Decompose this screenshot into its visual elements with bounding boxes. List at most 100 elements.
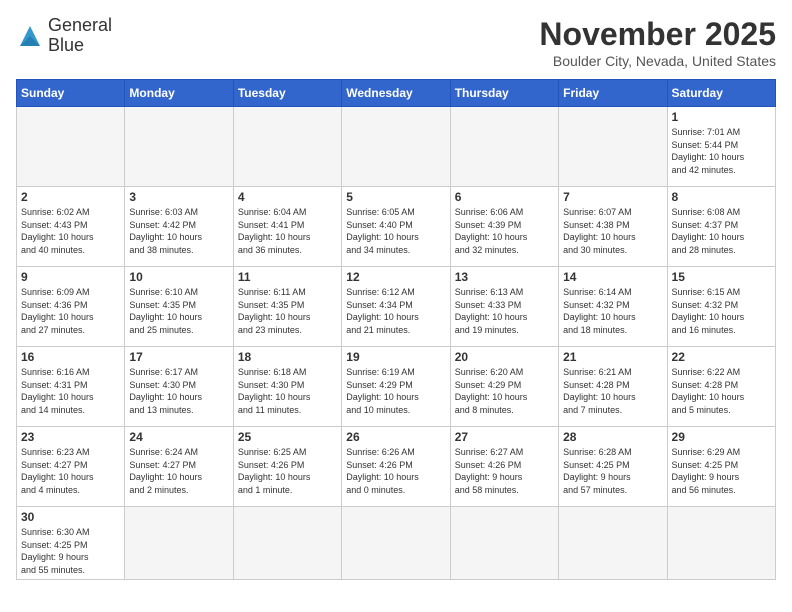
day-info: Sunrise: 6:13 AM Sunset: 4:33 PM Dayligh… [455, 286, 554, 336]
calendar-cell: 26 Sunrise: 6:26 AM Sunset: 4:26 PM Dayli… [342, 427, 450, 507]
calendar-cell [233, 107, 341, 187]
day-info: Sunrise: 6:16 AM Sunset: 4:31 PM Dayligh… [21, 366, 120, 416]
day-info: Sunrise: 6:28 AM Sunset: 4:25 PM Dayligh… [563, 446, 662, 496]
day-number: 1 [672, 110, 771, 124]
day-info: Sunrise: 6:14 AM Sunset: 4:32 PM Dayligh… [563, 286, 662, 336]
day-info: Sunrise: 6:21 AM Sunset: 4:28 PM Dayligh… [563, 366, 662, 416]
day-info: Sunrise: 6:06 AM Sunset: 4:39 PM Dayligh… [455, 206, 554, 256]
day-number: 20 [455, 350, 554, 364]
calendar-cell: 25 Sunrise: 6:25 AM Sunset: 4:26 PM Dayli… [233, 427, 341, 507]
day-number: 24 [129, 430, 228, 444]
logo-icon [16, 22, 44, 50]
calendar-cell [17, 107, 125, 187]
day-number: 27 [455, 430, 554, 444]
day-info: Sunrise: 6:10 AM Sunset: 4:35 PM Dayligh… [129, 286, 228, 336]
day-number: 19 [346, 350, 445, 364]
calendar-cell [342, 107, 450, 187]
calendar-cell: 10 Sunrise: 6:10 AM Sunset: 4:35 PM Dayli… [125, 267, 233, 347]
calendar-cell: 1Sunrise: 7:01 AM Sunset: 5:44 PM Daylig… [667, 107, 775, 187]
calendar-week-row: 9 Sunrise: 6:09 AM Sunset: 4:36 PM Daylig… [17, 267, 776, 347]
day-info: Sunrise: 6:07 AM Sunset: 4:38 PM Dayligh… [563, 206, 662, 256]
calendar-week-row: 1Sunrise: 7:01 AM Sunset: 5:44 PM Daylig… [17, 107, 776, 187]
weekday-header-friday: Friday [559, 80, 667, 107]
weekday-header-row: SundayMondayTuesdayWednesdayThursdayFrid… [17, 80, 776, 107]
weekday-header-wednesday: Wednesday [342, 80, 450, 107]
day-info: Sunrise: 6:23 AM Sunset: 4:27 PM Dayligh… [21, 446, 120, 496]
calendar-table: SundayMondayTuesdayWednesdayThursdayFrid… [16, 79, 776, 580]
day-info: Sunrise: 6:09 AM Sunset: 4:36 PM Dayligh… [21, 286, 120, 336]
location-title: Boulder City, Nevada, United States [539, 53, 776, 69]
calendar-cell [559, 107, 667, 187]
calendar-cell: 29 Sunrise: 6:29 AM Sunset: 4:25 PM Dayli… [667, 427, 775, 507]
calendar-cell: 23Sunrise: 6:23 AM Sunset: 4:27 PM Dayli… [17, 427, 125, 507]
day-number: 26 [346, 430, 445, 444]
calendar-week-row: 16 Sunrise: 6:16 AM Sunset: 4:31 PM Dayli… [17, 347, 776, 427]
weekday-header-monday: Monday [125, 80, 233, 107]
day-info: Sunrise: 6:05 AM Sunset: 4:40 PM Dayligh… [346, 206, 445, 256]
day-number: 15 [672, 270, 771, 284]
day-info: Sunrise: 6:26 AM Sunset: 4:26 PM Dayligh… [346, 446, 445, 496]
day-info: Sunrise: 6:25 AM Sunset: 4:26 PM Dayligh… [238, 446, 337, 496]
weekday-header-saturday: Saturday [667, 80, 775, 107]
day-number: 16 [21, 350, 120, 364]
day-number: 7 [563, 190, 662, 204]
day-info: Sunrise: 6:04 AM Sunset: 4:41 PM Dayligh… [238, 206, 337, 256]
day-info: Sunrise: 6:19 AM Sunset: 4:29 PM Dayligh… [346, 366, 445, 416]
calendar-cell: 30 Sunrise: 6:30 AM Sunset: 4:25 PM Dayli… [17, 507, 125, 580]
calendar-cell: 7 Sunrise: 6:07 AM Sunset: 4:38 PM Daylig… [559, 187, 667, 267]
calendar-cell: 27 Sunrise: 6:27 AM Sunset: 4:26 PM Dayli… [450, 427, 558, 507]
month-title: November 2025 [539, 16, 776, 53]
day-number: 10 [129, 270, 228, 284]
day-number: 4 [238, 190, 337, 204]
weekday-header-tuesday: Tuesday [233, 80, 341, 107]
day-info: Sunrise: 6:03 AM Sunset: 4:42 PM Dayligh… [129, 206, 228, 256]
calendar-cell: 22 Sunrise: 6:22 AM Sunset: 4:28 PM Dayli… [667, 347, 775, 427]
calendar-cell: 6Sunrise: 6:06 AM Sunset: 4:39 PM Daylig… [450, 187, 558, 267]
day-info: Sunrise: 6:24 AM Sunset: 4:27 PM Dayligh… [129, 446, 228, 496]
day-number: 29 [672, 430, 771, 444]
header: General Blue November 2025 Boulder City,… [16, 16, 776, 69]
day-info: Sunrise: 6:20 AM Sunset: 4:29 PM Dayligh… [455, 366, 554, 416]
day-number: 22 [672, 350, 771, 364]
calendar-cell: 28Sunrise: 6:28 AM Sunset: 4:25 PM Dayli… [559, 427, 667, 507]
day-info: Sunrise: 6:30 AM Sunset: 4:25 PM Dayligh… [21, 526, 120, 576]
day-info: Sunrise: 6:12 AM Sunset: 4:34 PM Dayligh… [346, 286, 445, 336]
calendar-cell: 16 Sunrise: 6:16 AM Sunset: 4:31 PM Dayli… [17, 347, 125, 427]
day-info: Sunrise: 6:17 AM Sunset: 4:30 PM Dayligh… [129, 366, 228, 416]
calendar-cell: 12 Sunrise: 6:12 AM Sunset: 4:34 PM Dayli… [342, 267, 450, 347]
calendar-cell: 2Sunrise: 6:02 AM Sunset: 4:43 PM Daylig… [17, 187, 125, 267]
day-info: Sunrise: 6:29 AM Sunset: 4:25 PM Dayligh… [672, 446, 771, 496]
calendar-cell: 21Sunrise: 6:21 AM Sunset: 4:28 PM Dayli… [559, 347, 667, 427]
logo: General Blue [16, 16, 112, 56]
day-number: 2 [21, 190, 120, 204]
calendar-cell: 15Sunrise: 6:15 AM Sunset: 4:32 PM Dayli… [667, 267, 775, 347]
title-area: November 2025 Boulder City, Nevada, Unit… [539, 16, 776, 69]
day-number: 14 [563, 270, 662, 284]
weekday-header-sunday: Sunday [17, 80, 125, 107]
calendar-cell: 19 Sunrise: 6:19 AM Sunset: 4:29 PM Dayli… [342, 347, 450, 427]
calendar-cell: 24 Sunrise: 6:24 AM Sunset: 4:27 PM Dayli… [125, 427, 233, 507]
day-number: 25 [238, 430, 337, 444]
calendar-cell: 8 Sunrise: 6:08 AM Sunset: 4:37 PM Daylig… [667, 187, 775, 267]
day-number: 11 [238, 270, 337, 284]
day-number: 8 [672, 190, 771, 204]
calendar-cell [559, 507, 667, 580]
day-number: 12 [346, 270, 445, 284]
calendar-cell [342, 507, 450, 580]
day-number: 13 [455, 270, 554, 284]
calendar-cell: 18Sunrise: 6:18 AM Sunset: 4:30 PM Dayli… [233, 347, 341, 427]
day-number: 5 [346, 190, 445, 204]
weekday-header-thursday: Thursday [450, 80, 558, 107]
calendar-week-row: 23Sunrise: 6:23 AM Sunset: 4:27 PM Dayli… [17, 427, 776, 507]
calendar-cell [667, 507, 775, 580]
day-info: Sunrise: 6:08 AM Sunset: 4:37 PM Dayligh… [672, 206, 771, 256]
calendar-cell: 20 Sunrise: 6:20 AM Sunset: 4:29 PM Dayli… [450, 347, 558, 427]
day-info: Sunrise: 6:27 AM Sunset: 4:26 PM Dayligh… [455, 446, 554, 496]
day-number: 17 [129, 350, 228, 364]
calendar-week-row: 2Sunrise: 6:02 AM Sunset: 4:43 PM Daylig… [17, 187, 776, 267]
day-number: 30 [21, 510, 120, 524]
day-info: Sunrise: 6:18 AM Sunset: 4:30 PM Dayligh… [238, 366, 337, 416]
day-number: 9 [21, 270, 120, 284]
day-info: Sunrise: 6:22 AM Sunset: 4:28 PM Dayligh… [672, 366, 771, 416]
calendar-week-row: 30 Sunrise: 6:30 AM Sunset: 4:25 PM Dayli… [17, 507, 776, 580]
